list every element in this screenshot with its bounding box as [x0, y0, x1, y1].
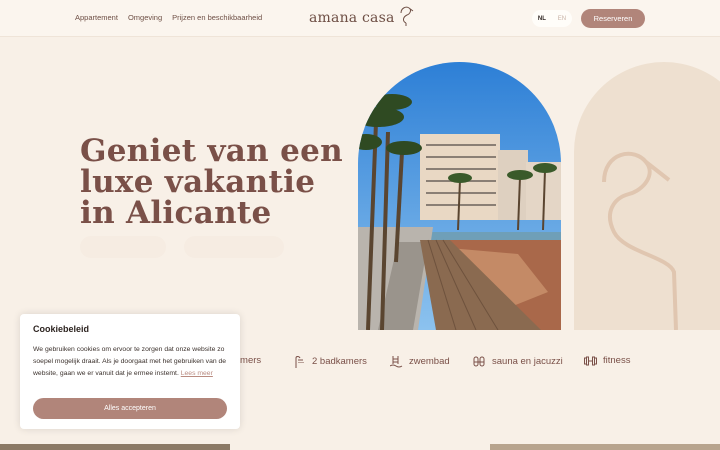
- flamingo-icon: [397, 5, 415, 32]
- lang-nl[interactable]: NL: [538, 16, 546, 22]
- decorative-arch: [574, 62, 720, 330]
- hero-title-line: luxe vakantie: [80, 164, 316, 200]
- language-switch: NL EN: [532, 10, 572, 27]
- lang-en[interactable]: EN: [558, 16, 566, 22]
- nav-link-prijzen[interactable]: Prijzen en beschikbaarheid: [172, 13, 262, 22]
- logo[interactable]: amana casa: [309, 4, 415, 32]
- hero-primary-button[interactable]: [80, 236, 166, 258]
- hero-title-line: in Alicante: [80, 195, 272, 231]
- amenity-label: fitness: [603, 355, 631, 366]
- hero-photo: [358, 62, 561, 330]
- accept-cookies-button[interactable]: Alles accepteren: [33, 398, 227, 419]
- bottom-image: [0, 444, 230, 450]
- amenity-label: sauna en jacuzzi: [492, 356, 563, 367]
- reserve-button[interactable]: Reserveren: [581, 9, 645, 28]
- amenity-item: fitness: [584, 355, 630, 366]
- site-header: Appartement Omgeving Prijzen en beschikb…: [0, 0, 720, 37]
- hero-title: Geniet van een luxe vakantie in Alicante: [80, 136, 343, 229]
- cookie-more-link[interactable]: Lees meer: [181, 370, 213, 377]
- bottom-image: [490, 444, 720, 450]
- amenity-item: zwembad: [390, 355, 450, 368]
- amenity-item: sauna en jacuzzi: [473, 355, 563, 368]
- hero-secondary-button[interactable]: [184, 236, 284, 258]
- cookie-banner: Cookiebeleid We gebruiken cookies om erv…: [20, 314, 240, 429]
- main-nav: Appartement Omgeving Prijzen en beschikb…: [75, 13, 262, 22]
- logo-text: amana casa: [309, 10, 395, 26]
- amenity-label: 2 badkamers: [312, 356, 367, 367]
- sauna-icon: [473, 355, 486, 368]
- hero-title-line: Geniet van een: [80, 133, 343, 169]
- shower-icon: [294, 355, 306, 368]
- amenity-label: zwembad: [409, 356, 450, 367]
- dumbbell-icon: [584, 356, 597, 366]
- cookie-text: We gebruiken cookies om ervoor te zorgen…: [33, 344, 227, 380]
- cookie-title: Cookiebeleid: [33, 324, 90, 334]
- pool-icon: [390, 355, 403, 368]
- nav-link-omgeving[interactable]: Omgeving: [128, 13, 162, 22]
- amenity-item: 2 badkamers: [294, 355, 367, 368]
- nav-link-appartement[interactable]: Appartement: [75, 13, 118, 22]
